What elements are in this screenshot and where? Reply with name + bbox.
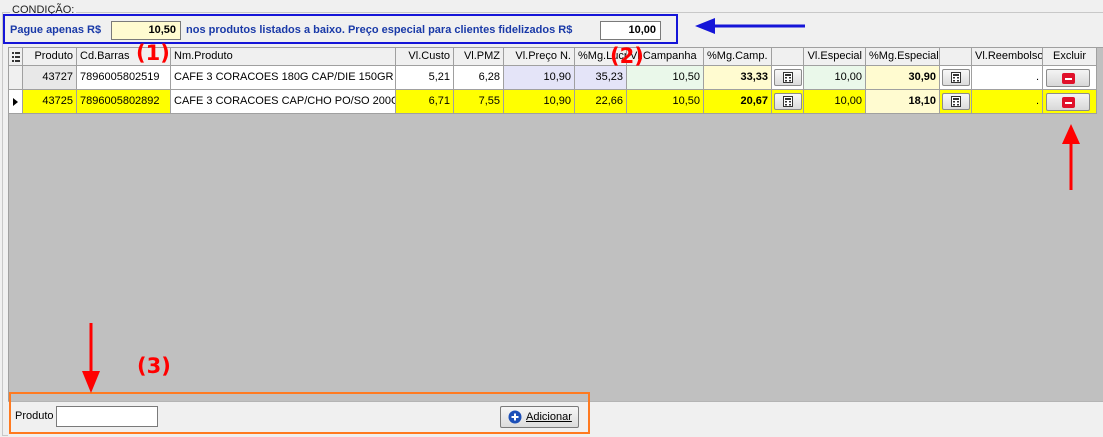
cell-mg-especial[interactable]: 30,90 <box>866 66 940 90</box>
cell-vl-custo[interactable]: 6,71 <box>396 90 454 114</box>
col-header-vl-custo[interactable]: Vl.Custo <box>396 48 454 66</box>
col-header-mg-especial[interactable]: %Mg.Especial <box>866 48 940 66</box>
calculator-icon[interactable] <box>773 69 802 86</box>
red-arrow-down-annotation <box>82 323 100 393</box>
cell-vl-especial[interactable]: 10,00 <box>804 66 866 90</box>
row-indicator-icon <box>13 98 18 106</box>
delete-icon <box>1062 97 1075 108</box>
delete-icon <box>1062 73 1075 84</box>
products-grid[interactable]: Produto Cd.Barras Nm.Produto Vl.Custo Vl… <box>8 47 1103 402</box>
calculator-icon[interactable] <box>773 93 802 110</box>
produto-label: Produto <box>15 410 54 422</box>
col-header-calc-especial <box>940 48 972 66</box>
cell-excluir <box>1043 90 1097 114</box>
col-header-vl-preco-n[interactable]: Vl.Preço N. <box>504 48 575 66</box>
cell-mg-especial[interactable]: 18,10 <box>866 90 940 114</box>
produto-input[interactable] <box>56 406 158 427</box>
condition-middle-text: nos produtos listados a baixo. Preço esp… <box>186 24 573 36</box>
cell-vl-preco-n[interactable]: 10,90 <box>504 90 575 114</box>
special-value-input[interactable]: 10,00 <box>600 21 661 40</box>
cell-vl-preco-n[interactable]: 10,90 <box>504 66 575 90</box>
cell-nm-produto[interactable]: CAFE 3 CORACOES 180G CAP/DIE 150GR <box>171 66 396 90</box>
delete-button[interactable] <box>1046 93 1090 111</box>
col-header-calc-camp <box>772 48 804 66</box>
cell-excluir <box>1043 66 1097 90</box>
grid-header: Produto Cd.Barras Nm.Produto Vl.Custo Vl… <box>9 48 1103 66</box>
cell-mg-camp[interactable]: 33,33 <box>704 66 772 90</box>
cell-cd-barras[interactable]: 7896005802892 <box>77 90 171 114</box>
delete-button[interactable] <box>1046 69 1090 87</box>
row-indicator[interactable] <box>9 90 23 114</box>
annotation-1: (1) <box>136 41 170 65</box>
cell-vl-reembolso[interactable]: . <box>972 90 1043 114</box>
cell-mg-lucro[interactable]: 35,23 <box>575 66 627 90</box>
cell-vl-especial[interactable]: 10,00 <box>804 90 866 114</box>
cell-cd-barras[interactable]: 7896005802519 <box>77 66 171 90</box>
annotation-2: (2) <box>610 44 644 68</box>
add-circle-icon <box>508 410 522 424</box>
row-indicator[interactable] <box>9 66 23 90</box>
col-header-vl-reembolso[interactable]: Vl.Reembolso <box>972 48 1043 66</box>
cell-vl-reembolso[interactable]: . <box>972 66 1043 90</box>
red-arrow-up-annotation <box>1062 124 1080 190</box>
annotation-3: (3) <box>137 354 171 378</box>
cell-nm-produto[interactable]: CAFE 3 CORACOES CAP/CHO PO/SO 200GR <box>171 90 396 114</box>
col-header-excluir[interactable]: Excluir <box>1043 48 1097 66</box>
cell-mg-camp[interactable]: 20,67 <box>704 90 772 114</box>
add-button-label: Adicionar <box>526 411 572 423</box>
pay-value-input[interactable]: 10,50 <box>111 21 181 40</box>
col-header-nm-produto[interactable]: Nm.Produto <box>171 48 396 66</box>
cell-vl-campanha[interactable]: 10,50 <box>627 66 704 90</box>
cell-calc-camp <box>772 66 804 90</box>
col-header-vl-especial[interactable]: Vl.Especial <box>804 48 866 66</box>
cell-calc-camp <box>772 90 804 114</box>
col-header-produto[interactable]: Produto <box>23 48 77 66</box>
grid-options-icon[interactable] <box>9 48 23 66</box>
calculator-icon[interactable] <box>941 93 970 110</box>
cell-calc-especial <box>940 66 972 90</box>
cell-calc-especial <box>940 90 972 114</box>
add-button[interactable]: Adicionar <box>500 406 579 428</box>
table-row[interactable]: 43725 7896005802892 CAFE 3 CORACOES CAP/… <box>9 90 1103 114</box>
cell-vl-campanha[interactable]: 10,50 <box>627 90 704 114</box>
table-row[interactable]: 43727 7896005802519 CAFE 3 CORACOES 180G… <box>9 66 1103 90</box>
cell-vl-pmz[interactable]: 6,28 <box>454 66 504 90</box>
col-header-mg-camp[interactable]: %Mg.Camp. <box>704 48 772 66</box>
cell-produto[interactable]: 43727 <box>23 66 77 90</box>
cell-mg-lucro[interactable]: 22,66 <box>575 90 627 114</box>
pay-label: Pague apenas R$ <box>10 24 102 36</box>
calculator-icon[interactable] <box>941 69 970 86</box>
blue-arrow-annotation <box>695 18 805 34</box>
cell-produto[interactable]: 43725 <box>23 90 77 114</box>
cell-vl-pmz[interactable]: 7,55 <box>454 90 504 114</box>
col-header-vl-pmz[interactable]: Vl.PMZ <box>454 48 504 66</box>
cell-vl-custo[interactable]: 5,21 <box>396 66 454 90</box>
